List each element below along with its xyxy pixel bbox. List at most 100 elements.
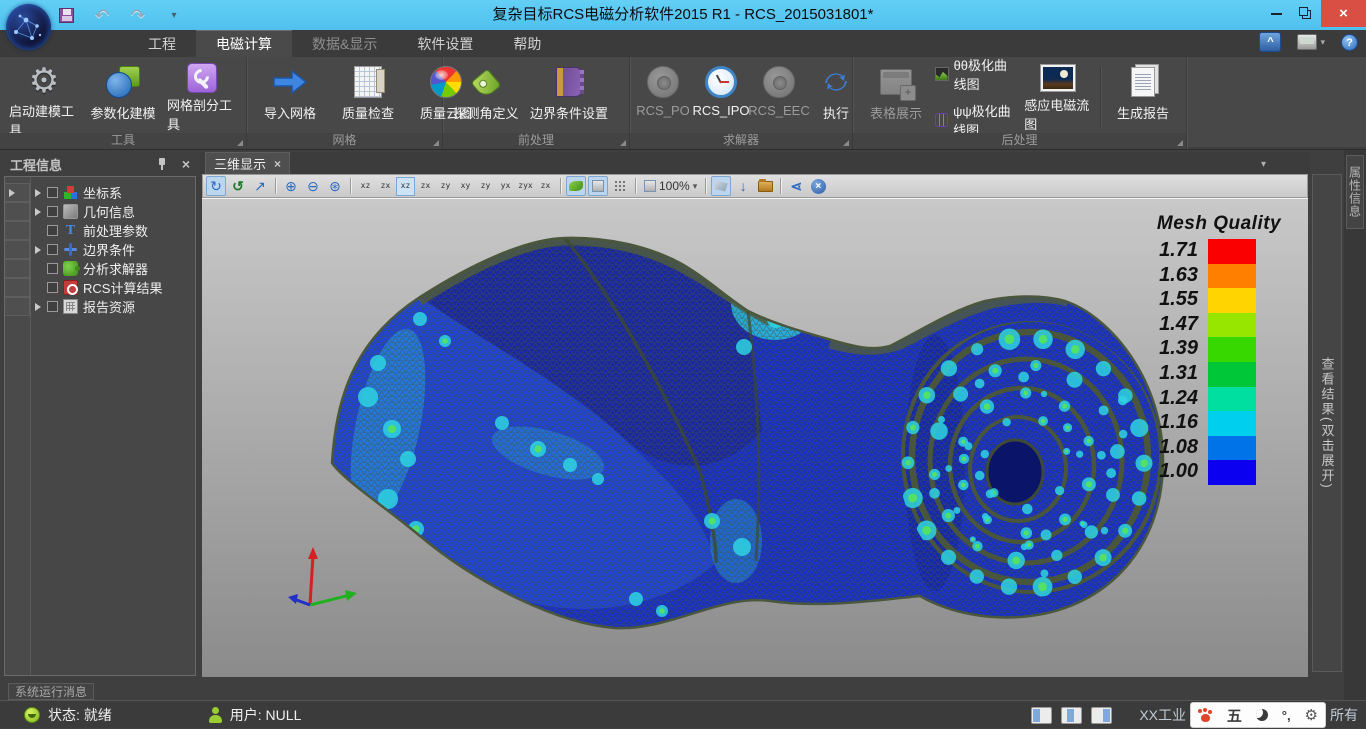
tools-group-label[interactable]: 工具 <box>0 133 246 149</box>
import-mesh-button[interactable]: 导入网格 <box>251 61 329 133</box>
tab-close-icon[interactable]: × <box>274 157 281 171</box>
ime-punctuation-icon[interactable]: °, <box>1282 708 1291 723</box>
postprocess-group-label[interactable]: 后处理 <box>853 133 1186 149</box>
checkbox[interactable] <box>47 206 58 217</box>
mesh-partition-tool-button[interactable]: 网格剖分工具 <box>162 61 242 133</box>
checkbox[interactable] <box>47 225 58 236</box>
minimize-button[interactable] <box>1261 0 1291 27</box>
legend-row: 1.08 <box>1138 436 1300 461</box>
cancel-button[interactable]: × <box>808 176 828 196</box>
layout-center-button[interactable] <box>1061 707 1082 724</box>
zoom-level-select[interactable]: 100% ▾ <box>641 179 700 193</box>
points-mode-button[interactable] <box>610 176 630 196</box>
viewport-3d[interactable]: Mesh Quality 1.711.631.551.471.391.311.2… <box>202 198 1308 677</box>
window-title: 复杂目标RCS电磁分析软件2015 R1 - RCS_2015031801* <box>0 0 1366 30</box>
zoom-out-button[interactable]: ⊖ <box>303 176 323 196</box>
tree-item-geometry-info[interactable]: 几何信息 <box>31 202 195 221</box>
rcs-ipo-button[interactable]: RCS_IPO <box>692 61 750 133</box>
axis-view-button-zx-9[interactable]: zx <box>536 177 555 196</box>
pan-button[interactable]: ↗ <box>250 176 270 196</box>
legend-row: 1.63 <box>1138 264 1300 289</box>
display-mode-button[interactable]: ▾ <box>1297 34 1325 50</box>
surface-mode-button[interactable] <box>588 176 608 196</box>
axis-view-button-zy-6[interactable]: zy <box>476 177 495 196</box>
execute-button[interactable]: 执行 <box>814 61 858 133</box>
tree-item-boundary-conditions[interactable]: 边界条件 <box>31 240 195 259</box>
table-display-button[interactable]: 表格展示 <box>857 61 935 133</box>
share-button[interactable]: ⋖ <box>786 176 806 196</box>
launch-modeling-tool-button[interactable]: ⚙ 启动建模工具 <box>4 61 84 133</box>
project-tree: 坐标系 几何信息 T 前处理参数 边界条件 分析求解器 <box>31 177 195 675</box>
checkbox[interactable] <box>47 187 58 198</box>
rotate-view-button[interactable]: ↻ <box>206 176 226 196</box>
folder-icon <box>758 181 773 192</box>
zoom-fit-button[interactable]: ⊛ <box>325 176 345 196</box>
legend-row: 1.55 <box>1138 288 1300 313</box>
layout-left-button[interactable] <box>1031 707 1052 724</box>
tab-3d-display[interactable]: 三维显示 × <box>205 152 290 174</box>
quality-check-button[interactable]: 质量检查 <box>329 61 407 133</box>
legend-value: 1.63 <box>1138 264 1208 286</box>
ime-toolbar[interactable]: 五 °, ⚙ <box>1190 702 1326 728</box>
import-view-button[interactable]: ↓ <box>733 176 753 196</box>
app-logo-icon[interactable] <box>6 4 51 50</box>
mesh-group-label[interactable]: 网格 <box>247 133 442 149</box>
preprocess-group-label[interactable]: 前处理 <box>443 133 629 149</box>
solver-group-label[interactable]: 求解器 <box>630 133 852 149</box>
group-launcher-icon <box>620 140 626 146</box>
axis-view-button-xz-2[interactable]: xz <box>396 177 415 196</box>
ime-paw-icon[interactable] <box>1198 708 1213 722</box>
orbit-button[interactable]: ↺ <box>228 176 248 196</box>
collapse-ribbon-button[interactable]: ^ <box>1259 32 1281 52</box>
legend-value: 1.31 <box>1138 362 1208 384</box>
ime-settings-icon[interactable]: ⚙ <box>1305 706 1318 724</box>
axis-view-button-xy-5[interactable]: xy <box>456 177 475 196</box>
rcs-eec-button[interactable]: RCS_EEC <box>750 61 808 133</box>
tree-item-preprocess-params[interactable]: T 前处理参数 <box>31 221 195 240</box>
generate-report-button[interactable]: 生成报告 <box>1104 61 1182 133</box>
checkbox[interactable] <box>47 282 58 293</box>
ime-mode-char[interactable]: 五 <box>1227 705 1242 726</box>
tree-item-analysis-solver[interactable]: 分析求解器 <box>31 259 195 278</box>
clip-plane-button[interactable] <box>711 176 731 196</box>
restore-button[interactable] <box>1291 0 1321 27</box>
axis-view-button-zy-4[interactable]: zy <box>436 177 455 196</box>
axis-view-button-zx-3[interactable]: zx <box>416 177 435 196</box>
text-param-icon: T <box>63 223 78 238</box>
axis-view-button-zyx-8[interactable]: zyx <box>516 177 535 196</box>
rcs-po-button[interactable]: RCS_PO <box>634 61 692 133</box>
parametric-modeling-button[interactable]: 参数化建模 <box>84 61 162 133</box>
theta-polarization-curve-button[interactable]: θθ极化曲线图 <box>935 55 1019 93</box>
tab-engineering[interactable]: 工程 <box>128 30 196 57</box>
checkbox[interactable] <box>47 301 58 312</box>
shaded-mode-button[interactable] <box>566 176 586 196</box>
layout-right-button[interactable] <box>1091 707 1112 724</box>
induced-current-map-button[interactable]: 感应电磁流图 <box>1019 61 1097 133</box>
checkbox[interactable] <box>47 244 58 255</box>
tree-item-rcs-results[interactable]: RCS计算结果 <box>31 278 195 297</box>
tree-item-coordinate-system[interactable]: 坐标系 <box>31 183 195 202</box>
close-button[interactable]: × <box>1321 0 1366 27</box>
help-button[interactable]: ? <box>1341 34 1358 51</box>
tab-em-computation[interactable]: 电磁计算 <box>196 30 292 57</box>
pin-icon[interactable] <box>156 157 168 171</box>
tree-item-report-resources[interactable]: 报告资源 <box>31 297 195 316</box>
ime-halfwidth-icon[interactable] <box>1256 709 1268 721</box>
boundary-condition-settings-button[interactable]: 边界条件设置 <box>525 61 613 133</box>
properties-tab[interactable]: 属性信息 <box>1346 155 1364 229</box>
panel-close-button[interactable]: × <box>182 157 190 171</box>
results-collapsed-panel[interactable]: 查看结果(双击展开) <box>1312 174 1342 672</box>
legend-color-block <box>1208 387 1256 412</box>
zoom-in-button[interactable]: ⊕ <box>281 176 301 196</box>
checkbox[interactable] <box>47 263 58 274</box>
tab-data-display[interactable]: 数据&显示 <box>292 30 397 57</box>
capture-button[interactable] <box>755 176 775 196</box>
system-messages-tab[interactable]: 系统运行消息 <box>8 683 94 700</box>
axis-view-button-zx-1[interactable]: zx <box>376 177 395 196</box>
tab-help[interactable]: 帮助 <box>493 30 561 57</box>
ribbon-group-solver: RCS_PO RCS_IPO RCS_EEC 执行 求解器 <box>630 57 853 149</box>
tab-software-settings[interactable]: 软件设置 <box>397 30 493 57</box>
axis-view-button-yx-7[interactable]: yx <box>496 177 515 196</box>
axis-view-button-xz-0[interactable]: xz <box>356 177 375 196</box>
tab-list-dropdown[interactable]: ▾ <box>1261 159 1266 170</box>
